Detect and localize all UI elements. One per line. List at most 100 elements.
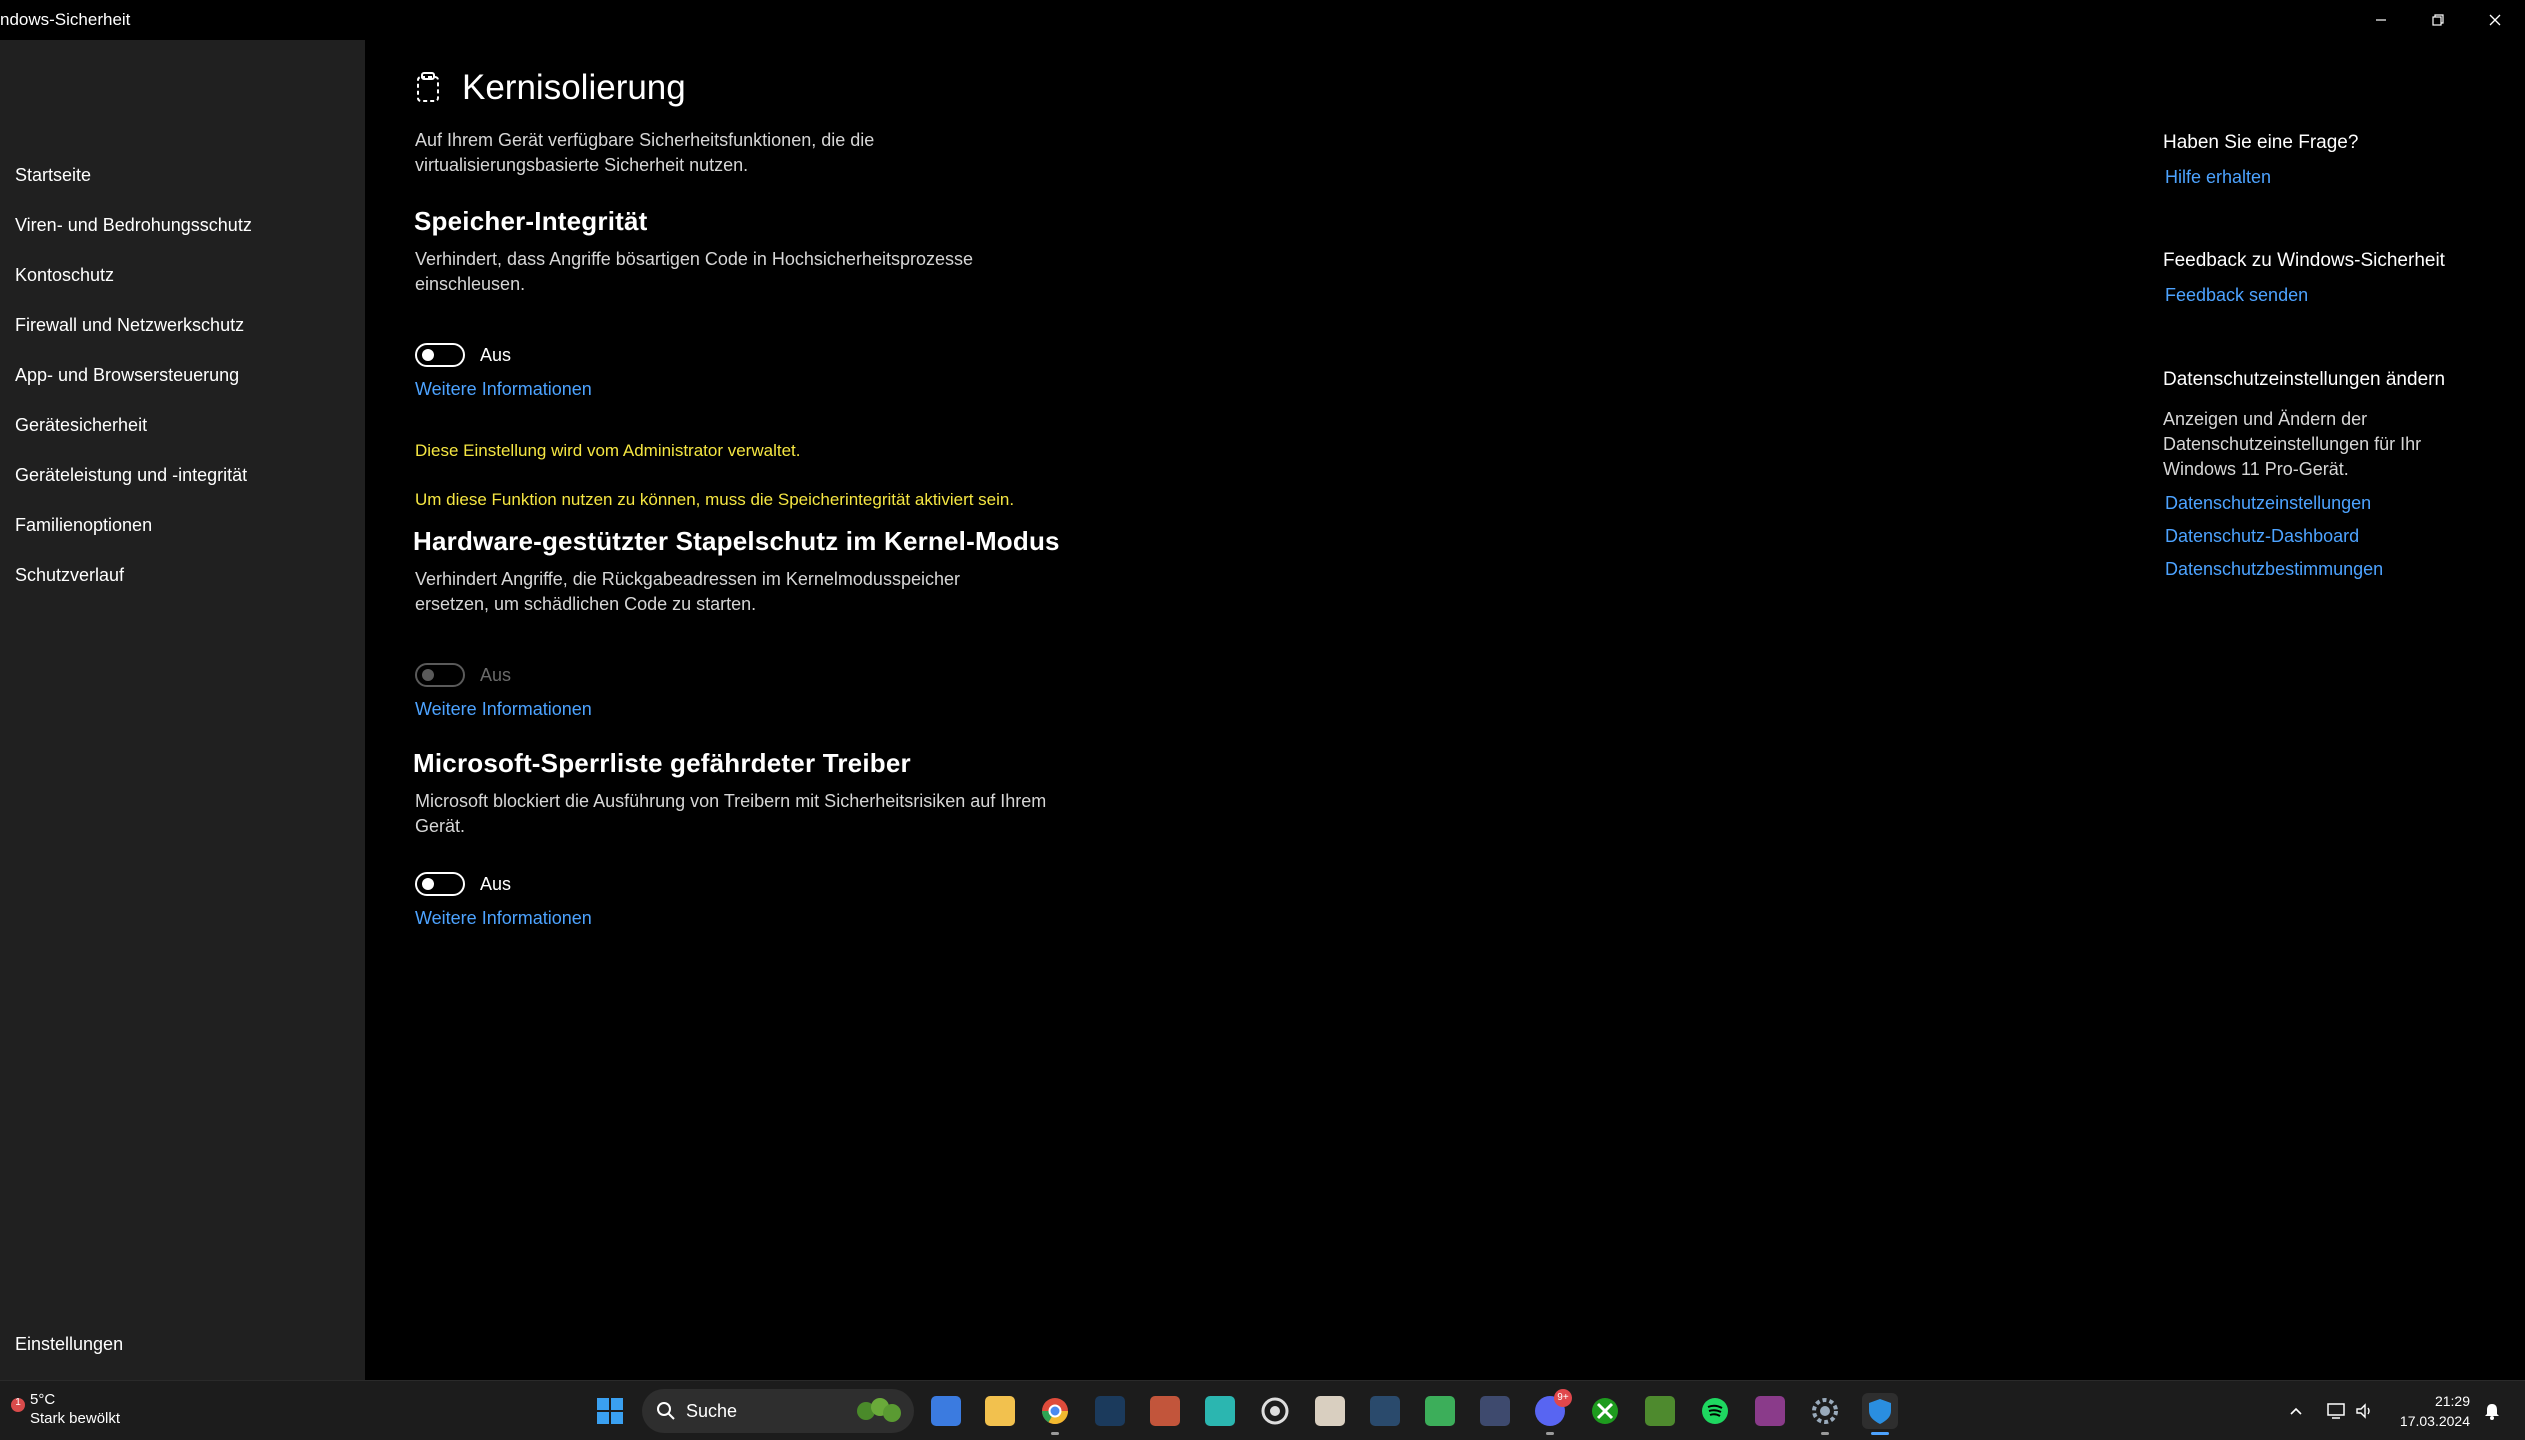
tray-overflow-button[interactable] [2278, 1393, 2314, 1429]
memory-integrity-toggle-state: Aus [480, 345, 512, 365]
taskbar-spotify[interactable] [1697, 1393, 1733, 1429]
taskbar-chrome[interactable] [1037, 1393, 1073, 1435]
driver-blocklist-toggle[interactable] [415, 872, 465, 896]
clock-time: 21:29 [2434, 1393, 2470, 1409]
bell-icon [2485, 1404, 2499, 1420]
winrar-icon [1755, 1396, 1785, 1426]
chevron-up-icon [2290, 1407, 2302, 1415]
taskbar-app[interactable] [1477, 1393, 1513, 1429]
stack-protection-more-info-link[interactable]: Weitere Informationen [415, 699, 592, 720]
driver-blocklist-more-info-link[interactable]: Weitere Informationen [415, 908, 592, 929]
taskbar-steam[interactable] [1367, 1393, 1403, 1429]
window-title: ndows-Sicherheit [0, 10, 131, 29]
weather-temperature: 5°C [30, 1391, 56, 1408]
start-button[interactable] [592, 1393, 628, 1429]
taskbar-discord[interactable]: 9+ [1532, 1389, 1572, 1435]
steam-icon [1095, 1396, 1125, 1426]
chrome-icon [1041, 1398, 1069, 1425]
store-icon [931, 1396, 961, 1426]
minecraft-icon [1645, 1396, 1675, 1426]
privacy-dashboard-link[interactable]: Datenschutz-Dashboard [2165, 526, 2359, 547]
xbox-icon [1592, 1398, 1618, 1424]
admin-managed-note: Diese Einstellung wird vom Administrator… [415, 441, 801, 460]
taskbar-store[interactable] [928, 1393, 964, 1429]
weather-description: Stark bewölkt [30, 1410, 121, 1427]
stack-protection-toggle [415, 663, 465, 687]
privacy-settings-link[interactable]: Datenschutzeinstellungen [2165, 493, 2371, 514]
taskbar-winrar[interactable] [1752, 1393, 1788, 1429]
toggle-knob [422, 349, 434, 361]
spotify-icon [1702, 1398, 1728, 1424]
search-icon [657, 1402, 675, 1420]
taskbar-settings[interactable] [1807, 1393, 1843, 1435]
active-indicator [1051, 1432, 1059, 1435]
taskbar-search[interactable]: Suche [642, 1389, 914, 1433]
taskbar-windows-security[interactable] [1862, 1393, 1898, 1435]
app-icon [1425, 1396, 1455, 1426]
section-description-driver-blocklist: Microsoft blockiert die Ausführung von T… [415, 791, 1047, 836]
toggle-knob [422, 878, 434, 890]
sidebar-item-device-security[interactable]: Gerätesicherheit [15, 415, 147, 436]
taskbar-clock[interactable]: 21:29 17.03.2024 [2390, 1391, 2470, 1431]
minimize-icon [2376, 19, 2386, 21]
core-isolation-icon [415, 72, 441, 109]
get-help-link[interactable]: Hilfe erhalten [2165, 167, 2271, 188]
sidebar-item-virus-protection[interactable]: Viren- und Bedrohungsschutz [15, 215, 252, 236]
sidebar-item-history[interactable]: Schutzverlauf [15, 565, 124, 586]
app-icon [1150, 1396, 1180, 1426]
steam-icon [1370, 1396, 1400, 1426]
close-icon [2489, 14, 2501, 26]
page-intro: Auf Ihrem Gerät verfügbare Sicherheitsfu… [415, 130, 875, 175]
taskbar-app[interactable] [1257, 1393, 1293, 1429]
weather-alert-badge: 1 [15, 1397, 21, 1408]
main-content: Kernisolierung Auf Ihrem Gerät verfügbar… [365, 40, 2065, 1380]
taskbar-app[interactable] [1147, 1393, 1183, 1429]
sidebar: Startseite Viren- und Bedrohungsschutz K… [0, 40, 365, 1380]
memory-integrity-more-info-link[interactable]: Weitere Informationen [415, 379, 592, 400]
privacy-heading: Datenschutzeinstellungen ändern [2163, 369, 2446, 390]
tray-notifications[interactable] [2474, 1393, 2510, 1429]
section-heading-driver-blocklist: Microsoft-Sperrliste gefährdeter Treiber [413, 748, 911, 778]
stack-protection-toggle-state: Aus [480, 665, 512, 685]
sidebar-item-app-browser[interactable]: App- und Browsersteuerung [15, 365, 239, 386]
minimize-button[interactable] [2353, 4, 2409, 36]
memory-integrity-toggle[interactable] [415, 343, 465, 367]
section-description-memory-integrity: Verhindert, dass Angriffe bösartigen Cod… [415, 249, 973, 294]
volume-icon [2356, 1403, 2370, 1419]
app-icon [1480, 1396, 1510, 1426]
privacy-text: Anzeigen und Ändern der Datenschutzeinst… [2163, 409, 2422, 479]
clock-date: 17.03.2024 [2399, 1413, 2470, 1429]
tray-volume[interactable] [2346, 1393, 2382, 1429]
sidebar-item-firewall[interactable]: Firewall und Netzwerkschutz [15, 315, 244, 336]
section-heading-memory-integrity: Speicher-Integrität [414, 206, 648, 236]
bf-icon [1205, 1396, 1235, 1426]
settings-icon [1812, 1398, 1838, 1424]
section-description-stack-protection: Verhindert Angriffe, die Rückgabeadresse… [415, 569, 960, 614]
taskbar-minecraft[interactable] [1642, 1393, 1678, 1429]
discord-notification-badge: 9+ [1554, 1389, 1572, 1407]
taskbar-app[interactable] [1312, 1393, 1348, 1429]
taskbar-steam[interactable] [1092, 1393, 1128, 1429]
sidebar-item-settings[interactable]: Einstellungen [15, 1334, 123, 1355]
taskbar-file-explorer[interactable] [982, 1393, 1018, 1429]
privacy-statement-link[interactable]: Datenschutzbestimmungen [2165, 559, 2383, 580]
close-button[interactable] [2467, 4, 2523, 36]
active-indicator [1821, 1432, 1829, 1435]
app-icon [1315, 1396, 1345, 1426]
send-feedback-link[interactable]: Feedback senden [2165, 285, 2308, 306]
question-heading: Haben Sie eine Frage? [2163, 132, 2359, 153]
sidebar-item-startseite[interactable]: Startseite [15, 165, 91, 186]
restore-button[interactable] [2410, 4, 2466, 36]
taskbar-xbox[interactable] [1587, 1393, 1623, 1429]
section-heading-stack-protection: Hardware-gestützter Stapelschutz im Kern… [413, 526, 1060, 556]
active-indicator [1871, 1432, 1889, 1435]
sidebar-item-account-protection[interactable]: Kontoschutz [15, 265, 114, 286]
network-icon [2327, 1403, 2345, 1419]
search-label: Suche [686, 1401, 738, 1421]
taskbar-battlefield[interactable] [1202, 1393, 1238, 1429]
sidebar-item-family[interactable]: Familienoptionen [15, 515, 152, 536]
active-indicator [1546, 1432, 1554, 1435]
toggle-knob [422, 669, 434, 681]
taskbar-app[interactable] [1422, 1393, 1458, 1429]
sidebar-item-device-performance[interactable]: Geräteleistung und -integrität [15, 465, 247, 486]
